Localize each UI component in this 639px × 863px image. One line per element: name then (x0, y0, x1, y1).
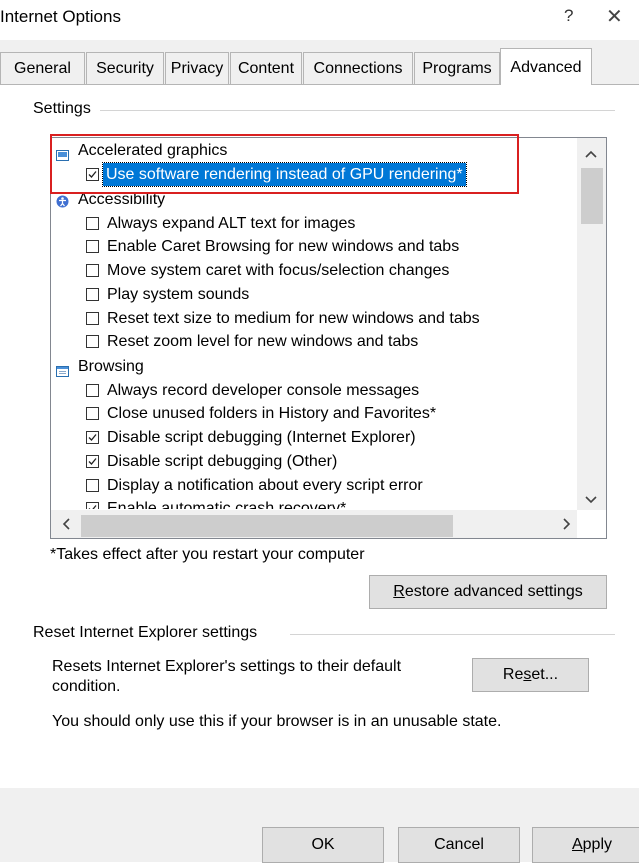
mnemonic: A (571, 836, 583, 853)
setting-label: Enable automatic crash recovery* (107, 500, 347, 509)
setting-label: Display a notification about every scrip… (107, 477, 423, 494)
tab-strip: General Security Privacy Content Connect… (0, 48, 600, 86)
restore-advanced-settings-button[interactable]: Restore advanced settings (369, 575, 607, 609)
checkbox-checked[interactable] (86, 502, 99, 509)
tab-advanced[interactable]: Advanced (500, 48, 592, 85)
tab-security[interactable]: Security (86, 52, 164, 84)
setting-label: Always record developer console messages (107, 382, 420, 399)
setting-label: Disable script debugging (Internet Explo… (107, 429, 416, 446)
close-button[interactable]: ✕ (606, 4, 623, 29)
checkbox-unchecked[interactable] (86, 335, 99, 348)
setting-label: Move system caret with focus/selection c… (107, 262, 450, 279)
checkbox-checked[interactable] (86, 168, 99, 181)
settings-group-line (100, 110, 615, 111)
browsing-icon (56, 361, 69, 377)
mnemonic: R (393, 583, 405, 600)
button-label: et... (531, 666, 559, 683)
setting-item-clipped[interactable]: Enable automatic crash recovery* (86, 497, 576, 509)
checkbox-checked[interactable] (86, 431, 99, 444)
category-label: Browsing (78, 358, 144, 375)
cancel-button[interactable]: Cancel (398, 827, 520, 863)
scroll-up-icon[interactable] (585, 146, 597, 160)
tab-general[interactable]: General (0, 52, 85, 84)
setting-label: Close unused folders in History and Favo… (107, 405, 437, 422)
checkbox-checked[interactable] (86, 455, 99, 468)
checkbox-unchecked[interactable] (86, 264, 99, 277)
restart-footnote: *Takes effect after you restart your com… (50, 546, 365, 563)
monitor-icon (56, 145, 69, 161)
reset-group-line (290, 634, 615, 635)
checkbox-unchecked[interactable] (86, 312, 99, 325)
accessibility-icon (56, 192, 69, 208)
apply-button[interactable]: Apply (532, 827, 639, 863)
button-label: pply (582, 836, 613, 853)
scroll-left-icon[interactable] (62, 518, 70, 532)
setting-label: Play system sounds (107, 286, 250, 303)
ok-button[interactable]: OK (262, 827, 384, 863)
category-label: Accelerated graphics (78, 142, 228, 159)
reset-group-label: Reset Internet Explorer settings (33, 624, 264, 642)
setting-label: Enable Caret Browsing for new windows an… (107, 238, 460, 255)
unusable-state-warning: You should only use this if your browser… (52, 713, 502, 730)
checkbox-unchecked[interactable] (86, 384, 99, 397)
checkbox-unchecked[interactable] (86, 479, 99, 492)
close-icon: ✕ (606, 6, 623, 28)
help-button[interactable]: ? (564, 6, 573, 26)
settings-group-label: Settings (33, 100, 97, 118)
tab-content[interactable]: Content (230, 52, 302, 84)
checkbox-unchecked[interactable] (86, 407, 99, 420)
vertical-scroll-thumb[interactable] (581, 168, 603, 224)
checkbox-unchecked[interactable] (86, 288, 99, 301)
reset-description: Resets Internet Explorer's settings to t… (52, 658, 402, 695)
checkbox-unchecked[interactable] (86, 240, 99, 253)
window-title: Internet Options (0, 7, 121, 26)
setting-label: Disable script debugging (Other) (107, 453, 338, 470)
horizontal-scroll-thumb[interactable] (81, 515, 453, 537)
tab-privacy[interactable]: Privacy (165, 52, 229, 84)
tab-connections[interactable]: Connections (303, 52, 413, 84)
scroll-right-icon[interactable] (563, 518, 571, 532)
tab-programs[interactable]: Programs (414, 52, 500, 84)
scroll-down-icon[interactable] (585, 492, 597, 506)
button-label: estore advanced settings (404, 583, 583, 600)
setting-label: Use software rendering instead of GPU re… (102, 162, 467, 187)
button-label: Re (502, 666, 524, 683)
reset-button[interactable]: Reset... (472, 658, 589, 692)
category-label: Accessibility (78, 191, 166, 208)
setting-label: Reset text size to medium for new window… (107, 310, 480, 327)
setting-label: Reset zoom level for new windows and tab… (107, 333, 419, 350)
setting-label: Always expand ALT text for images (107, 215, 356, 232)
checkbox-unchecked[interactable] (86, 217, 99, 230)
